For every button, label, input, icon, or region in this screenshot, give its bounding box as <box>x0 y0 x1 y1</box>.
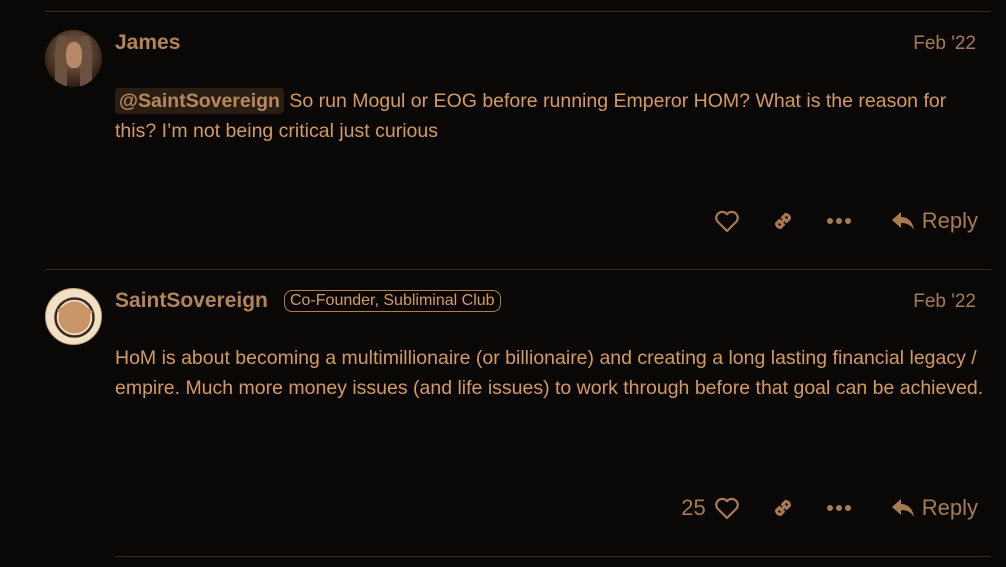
avatar-hair-left <box>55 36 67 86</box>
reply-button[interactable]: Reply <box>890 208 978 234</box>
like-button[interactable] <box>712 490 742 526</box>
avatar-hair-right <box>80 36 92 86</box>
post-username[interactable]: SaintSovereign <box>115 289 268 313</box>
user-mention[interactable]: @SaintSovereign <box>115 88 284 114</box>
more-actions-button[interactable] <box>824 490 854 526</box>
user-flair-badge[interactable]: Co-Founder, Subliminal Club <box>284 290 501 312</box>
topic-post-stream: James Feb '22 @SaintSovereign So run Mog… <box>0 0 1006 567</box>
ellipsis-icon <box>826 218 851 224</box>
like-button[interactable] <box>712 203 742 239</box>
user-avatar-saintsovereign[interactable] <box>45 288 102 345</box>
copy-link-button[interactable] <box>768 490 798 526</box>
brush-circle-logo-icon <box>54 297 95 338</box>
reply-label: Reply <box>921 208 978 233</box>
reply-arrow-icon <box>891 212 914 230</box>
post-divider <box>45 269 991 270</box>
heart-icon <box>714 210 739 233</box>
post-username[interactable]: James <box>115 31 180 55</box>
avatar-face <box>66 42 82 68</box>
heart-icon <box>714 497 739 520</box>
ellipsis-icon <box>826 505 851 511</box>
post-actions: 25 Reply <box>681 490 978 526</box>
reply-label: Reply <box>921 495 978 520</box>
more-actions-button[interactable] <box>824 203 854 239</box>
post-body: HoM is about becoming a multimillionaire… <box>115 347 984 399</box>
user-avatar-james[interactable] <box>45 30 102 87</box>
post-actions: Reply <box>712 203 978 239</box>
like-count[interactable]: 25 <box>681 495 705 521</box>
post-date[interactable]: Feb '22 <box>913 33 976 55</box>
bottom-divider <box>115 556 991 557</box>
top-divider <box>45 11 991 12</box>
link-icon <box>774 499 791 517</box>
reply-button[interactable]: Reply <box>890 495 978 521</box>
reply-arrow-icon <box>891 499 914 517</box>
post-body: @SaintSovereign So run Mogul or EOG befo… <box>115 86 985 146</box>
copy-link-button[interactable] <box>768 203 798 239</box>
link-icon <box>774 212 791 230</box>
post-date[interactable]: Feb '22 <box>913 291 976 313</box>
